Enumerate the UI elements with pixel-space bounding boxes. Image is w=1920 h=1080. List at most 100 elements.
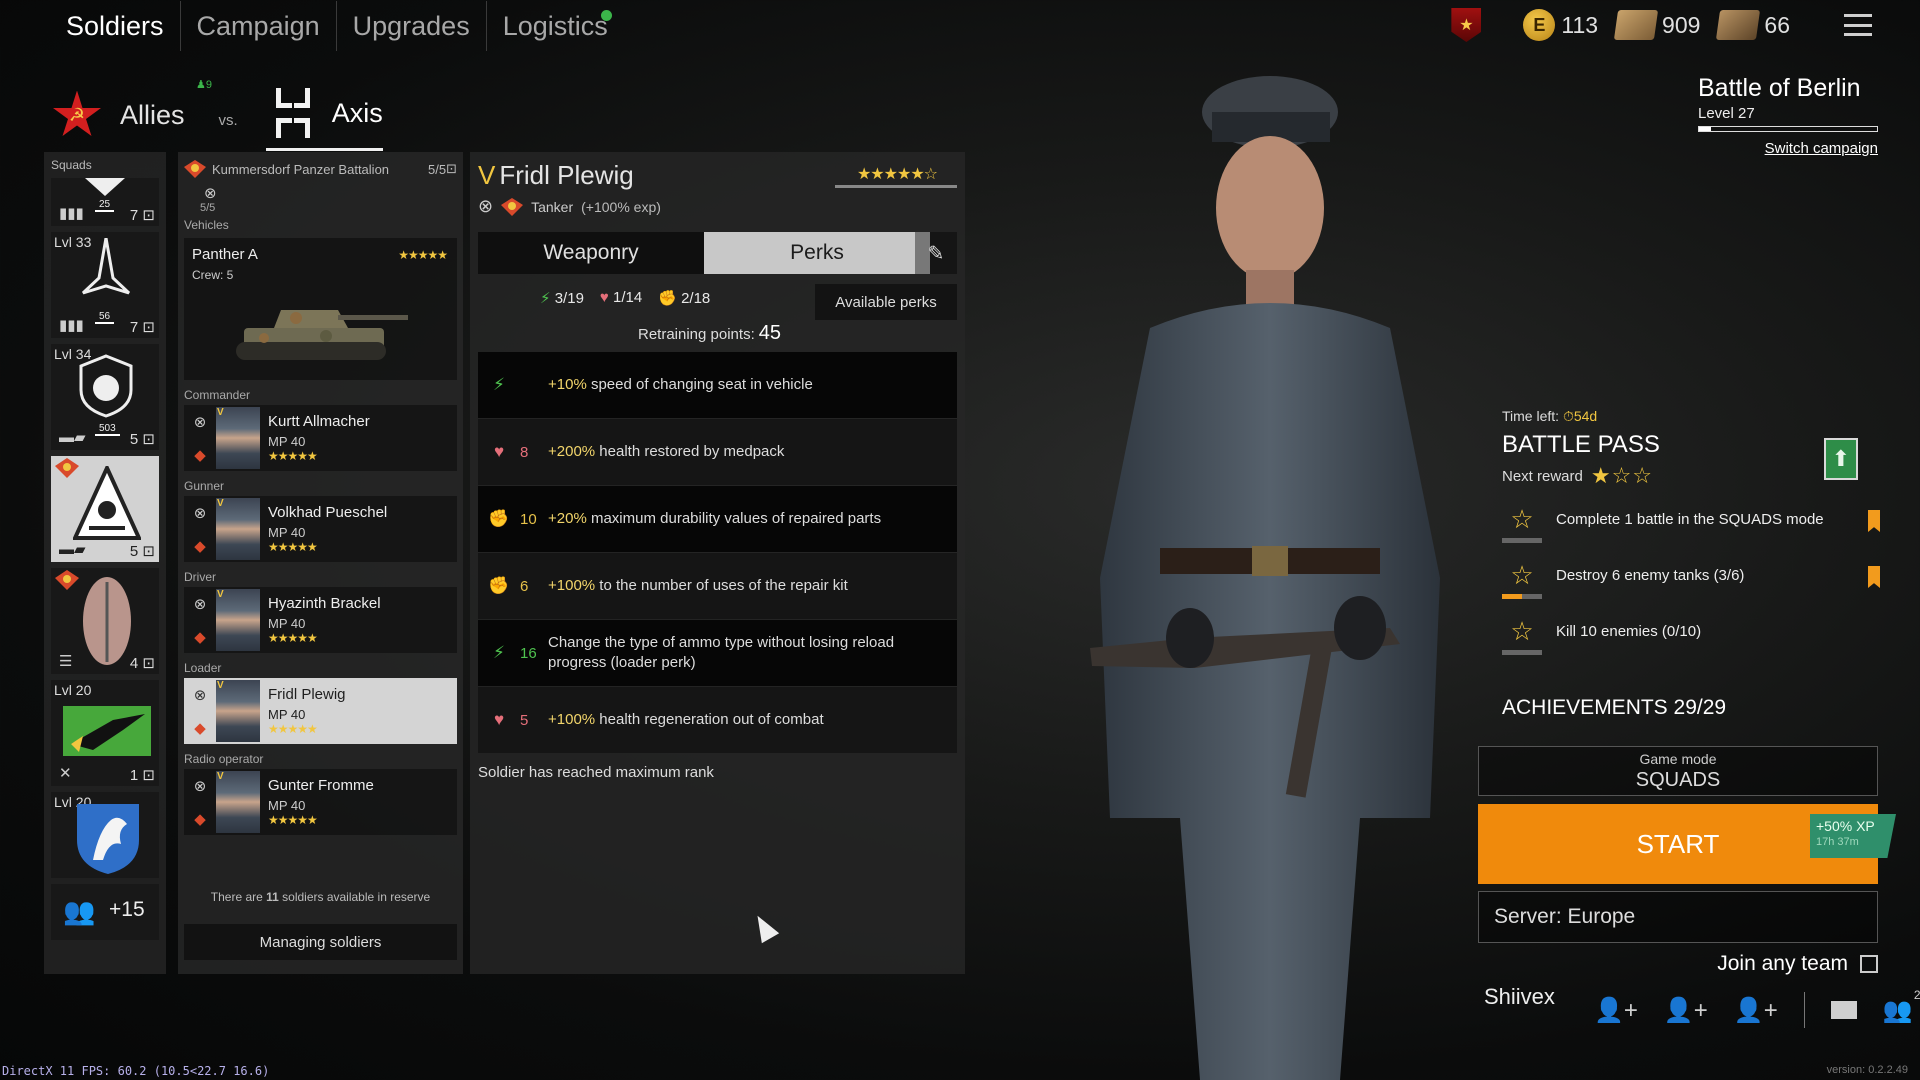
- soldier-weapon: MP 40: [268, 434, 306, 449]
- squad-count-value: 4: [129, 655, 139, 672]
- exp-bonus: (+100% exp): [581, 198, 661, 215]
- allies-label[interactable]: Allies: [120, 100, 185, 131]
- available-perks-button[interactable]: Available perks: [815, 284, 957, 320]
- game-mode-selector[interactable]: Game mode SQUADS: [1478, 746, 1878, 796]
- squad-count: 4 ⊡: [129, 655, 155, 672]
- perk-row[interactable]: ⚡ 16 Change the type of ammo type withou…: [478, 620, 957, 686]
- pencil-icon[interactable]: ✎: [915, 232, 957, 274]
- soldier-weapon: MP 40: [268, 798, 306, 813]
- server-selector[interactable]: Server: Europe: [1478, 891, 1878, 943]
- detail-tabs: Weaponry Perks: [478, 232, 930, 274]
- squad-item[interactable]: Lvl 34 ▬▰ 503 5 ⊡: [51, 344, 159, 450]
- battle-pass-task[interactable]: ☆ Complete 1 battle in the SQUADS mode: [1502, 504, 1880, 543]
- task-progress: [1502, 650, 1542, 655]
- steering-wheel-icon: ⊗: [193, 595, 207, 613]
- steering-wheel-icon: ⊗: [193, 504, 207, 522]
- squad-item[interactable]: Lvl 20: [51, 792, 159, 878]
- soldier-card-selected[interactable]: ⊗ ◆ V Fridl Plewig MP 40 ★★★★★: [184, 678, 457, 744]
- perk-row[interactable]: ♥ 5 +100% health regeneration out of com…: [478, 687, 957, 753]
- reserve-info: There are 11 soldiers available in reser…: [210, 890, 431, 904]
- xp-bonus: +50% XP: [1816, 818, 1875, 834]
- fist-icon: ✊: [488, 576, 510, 595]
- eagle-emblem-icon: [63, 706, 151, 756]
- soldier-card[interactable]: ⊗ ◆ V Volkhad Pueschel MP 40 ★★★★★: [184, 496, 457, 562]
- currency-bar: ★ E 113 909 66: [1451, 8, 1790, 42]
- shield-emblem-icon: [79, 354, 133, 418]
- squad-item[interactable]: Lvl 33 ▮▮▮ 56 7 ⊡: [51, 232, 159, 338]
- player-rank-icon[interactable]: ★: [1451, 8, 1482, 42]
- soldier-card[interactable]: ⊗ ◆ V Hyazinth Brackel MP 40 ★★★★★: [184, 587, 457, 653]
- squad-item-selected[interactable]: ▬▰ 5 ⊡: [51, 456, 159, 562]
- gold-currency[interactable]: E 113: [1523, 9, 1598, 41]
- tab-upgrades[interactable]: Upgrades: [337, 1, 487, 51]
- tab-soldiers[interactable]: Soldiers: [52, 1, 181, 51]
- soldier-name: Fridl Plewig: [268, 686, 346, 703]
- perk-row[interactable]: ⚡ +10% speed of changing seat in vehicle: [478, 352, 957, 418]
- perk-row[interactable]: ♥ 8 +200% health restored by medpack: [478, 419, 957, 485]
- switch-campaign-link[interactable]: Switch campaign: [1698, 140, 1878, 157]
- mail-icon[interactable]: [1830, 1001, 1857, 1019]
- tab-campaign[interactable]: Campaign: [181, 1, 337, 51]
- battle-pass-task[interactable]: ☆ Kill 10 enemies (0/10): [1502, 616, 1880, 655]
- perk-text: health restored by medpack: [599, 443, 785, 460]
- battle-pass-panel[interactable]: Time left: ⏱54d BATTLE PASS Next reward ★…: [1502, 408, 1880, 489]
- soldier-portrait: V: [216, 589, 260, 651]
- manage-soldiers-button[interactable]: Managing soldiers: [184, 924, 457, 960]
- reserve-squads-button[interactable]: 👥 +15: [51, 884, 159, 940]
- soviet-star-icon[interactable]: ☭: [53, 90, 101, 136]
- ticket-icon: [1613, 10, 1659, 40]
- allies-notification: ♟9: [196, 79, 212, 91]
- add-friend-icon[interactable]: 👤+: [1594, 996, 1638, 1025]
- task-text: Complete 1 battle in the SQUADS mode: [1556, 511, 1824, 528]
- squad-count-value: 5: [129, 543, 139, 560]
- arrow-up-icon[interactable]: ⬆: [1824, 438, 1858, 480]
- squad-number: 25: [95, 199, 115, 212]
- speed-icon: ⚡: [493, 643, 505, 662]
- task-progress: [1502, 538, 1542, 543]
- perk-text: health regeneration out of combat: [599, 711, 824, 728]
- squad-count: 7 ⊡: [129, 319, 155, 336]
- soldier-stars: ★★★★★: [268, 449, 318, 463]
- squad-item[interactable]: ☰ 4 ⊡: [51, 568, 159, 674]
- star-outline-icon: ☆: [1510, 560, 1534, 590]
- perk-row[interactable]: ✊ 6 +100% to the number of uses of the r…: [478, 553, 957, 619]
- add-friend-icon[interactable]: 👤+: [1664, 996, 1708, 1025]
- vehicle-card[interactable]: Panther A Crew: 5 ★★★★★: [184, 238, 457, 380]
- join-any-team-checkbox[interactable]: [1860, 955, 1878, 973]
- menu-icon[interactable]: [1844, 14, 1872, 36]
- panther-tank-image: [236, 310, 408, 360]
- axis-tab[interactable]: Axis: [265, 86, 383, 151]
- squad-item[interactable]: ▮▮▮ 25 7 ⊡: [51, 178, 159, 226]
- role-label: Loader: [184, 661, 222, 675]
- tab-logistics[interactable]: Logistics: [487, 1, 624, 51]
- soldier-class: Tanker: [531, 198, 574, 215]
- soldier-name: Hyazinth Brackel: [268, 595, 381, 612]
- join-any-team-toggle[interactable]: Join any team: [1717, 952, 1878, 976]
- perk-value: +20%: [548, 510, 587, 527]
- perk-value: +10%: [548, 376, 587, 393]
- lock-icon: ⊡: [142, 207, 155, 224]
- tickets-currency[interactable]: 909: [1613, 10, 1700, 40]
- rank-progress-bar: [835, 185, 957, 188]
- perk-text: Change the type of ammo type without los…: [548, 634, 895, 671]
- health-count: 1/14: [613, 289, 643, 306]
- friends-icon[interactable]: 👥 2: [1883, 988, 1920, 1025]
- soldier-card[interactable]: ⊗ ◆ V Kurtt Allmacher MP 40 ★★★★★: [184, 405, 457, 471]
- soldier-card[interactable]: ⊗ ◆ V Gunter Fromme MP 40 ★★★★★: [184, 769, 457, 835]
- balkenkreuz-icon: [266, 86, 320, 140]
- tank-icon: ▬▰: [59, 429, 86, 446]
- tanker-badge-icon: ◆: [194, 628, 206, 646]
- player-name[interactable]: Shiivex: [1484, 984, 1555, 1010]
- task-progress: [1502, 594, 1542, 599]
- orders-currency[interactable]: 66: [1716, 10, 1790, 40]
- battle-pass-task[interactable]: ☆ Destroy 6 enemy tanks (3/6): [1502, 560, 1880, 599]
- tab-weaponry[interactable]: Weaponry: [478, 232, 704, 274]
- tab-perks[interactable]: Perks: [704, 232, 930, 274]
- add-friend-icon[interactable]: 👤+: [1734, 996, 1778, 1025]
- squad-item[interactable]: Lvl 20 ✕ 1 ⊡: [51, 680, 159, 786]
- fist-icon: ✊: [658, 290, 677, 307]
- perk-value: +200%: [548, 443, 596, 460]
- achievements-label[interactable]: ACHIEVEMENTS 29/29: [1502, 696, 1726, 720]
- perk-row[interactable]: ✊ 10 +20% maximum durability values of r…: [478, 486, 957, 552]
- infantry-icon: ▮▮▮: [59, 317, 84, 334]
